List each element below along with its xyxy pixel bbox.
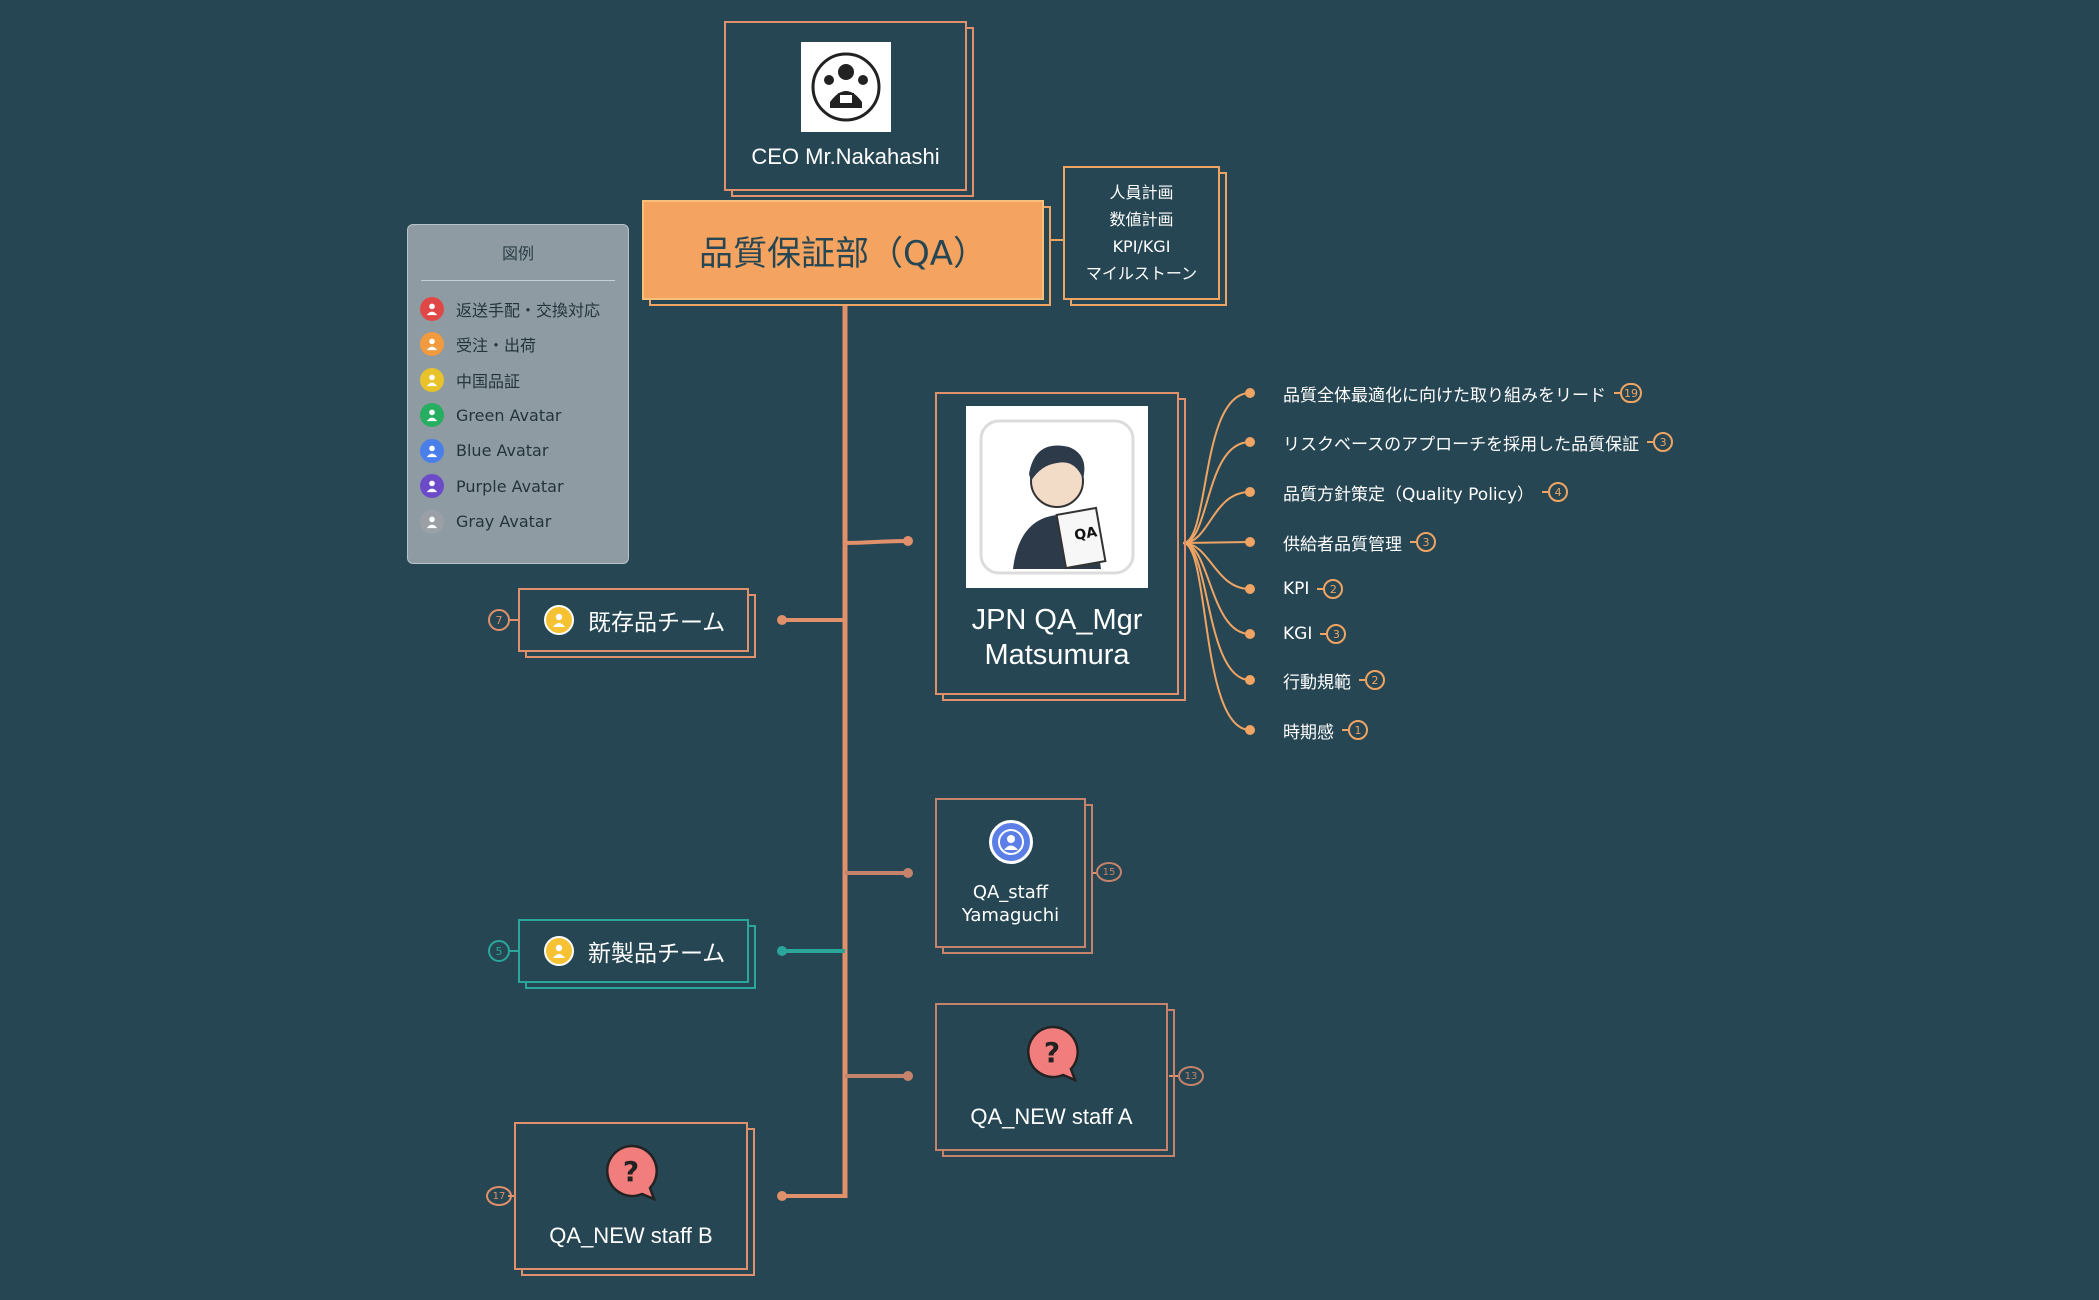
legend-avatar-icon <box>420 296 444 321</box>
ceo-label: CEO Mr.Nakahashi <box>751 144 940 169</box>
plan-note[interactable]: 人員計画 数値計画 KPI/KGI マイルストーン <box>1063 166 1220 300</box>
task-count-badge[interactable]: 3 <box>1653 432 1674 452</box>
legend-divider <box>421 280 615 281</box>
user-avatar-icon <box>544 605 574 635</box>
task-label: KPI <box>1283 579 1310 599</box>
plan-line-1: 人員計画 <box>1109 183 1174 202</box>
existing-team-node[interactable]: 既存品チーム <box>518 588 749 652</box>
task-label: 時期感 <box>1283 722 1334 743</box>
task-item[interactable]: 品質全体最適化に向けた取り組みをリード 19 <box>1283 380 1642 406</box>
task-dot <box>1245 437 1255 447</box>
task-item[interactable]: KPI 2 <box>1283 576 1344 602</box>
blue-avatar-icon <box>988 820 1033 864</box>
question-bubble-icon: ? <box>602 1143 660 1205</box>
legend-item: 返送手配・交換対応 <box>408 291 628 327</box>
task-count-badge[interactable]: 2 <box>1323 579 1344 599</box>
new-team-node[interactable]: 新製品チーム <box>518 919 749 983</box>
task-dot <box>1245 584 1255 594</box>
question-bubble-icon: ? <box>1023 1024 1081 1086</box>
legend-avatar-icon <box>420 509 444 534</box>
task-item[interactable]: 時期感 1 <box>1283 717 1368 743</box>
legend-item: Gray Avatar <box>408 504 628 540</box>
task-dot <box>1245 725 1255 735</box>
task-label: KGI <box>1283 624 1313 644</box>
task-item[interactable]: 行動規範 2 <box>1283 667 1385 693</box>
plan-line-3: KPI/KGI <box>1112 237 1171 256</box>
legend-item-label: Green Avatar <box>456 405 562 425</box>
legend-item-label: 返送手配・交換対応 <box>456 300 601 320</box>
existing-team-count-badge[interactable]: 7 <box>488 609 510 631</box>
legend-item-label: 中国品証 <box>456 371 521 391</box>
task-dot <box>1245 537 1255 547</box>
staff-yamaguchi-line2: Yamaguchi <box>961 905 1060 926</box>
department-node[interactable]: 品質保証部（QA） <box>642 200 1044 300</box>
task-label: 供給者品質管理 <box>1283 534 1402 555</box>
task-count-badge[interactable]: 1 <box>1348 720 1368 740</box>
task-count-badge[interactable]: 3 <box>1326 624 1347 644</box>
department-label: 品質保証部（QA） <box>698 233 988 274</box>
task-dot <box>1245 388 1255 398</box>
staff-new-b-label: QA_NEW staff B <box>549 1223 713 1248</box>
legend-title: 図例 <box>501 244 534 263</box>
task-count-badge[interactable]: 3 <box>1416 532 1436 552</box>
legend-item-label: 受注・出荷 <box>456 336 537 356</box>
plan-line-4: マイルストーン <box>1085 264 1198 283</box>
legend-item: Purple Avatar <box>408 469 628 505</box>
staff-new-a-count-badge[interactable]: 13 <box>1178 1066 1204 1086</box>
existing-team-label: 既存品チーム <box>588 610 726 636</box>
task-dot <box>1245 487 1255 497</box>
staff-new-a-label: QA_NEW staff A <box>970 1104 1133 1129</box>
legend-item: 中国品証 <box>408 362 628 398</box>
plan-line-2: 数値計画 <box>1109 210 1174 229</box>
legend-item: Green Avatar <box>408 398 628 434</box>
staff-new-b-node[interactable]: ? QA_NEW staff B <box>514 1122 748 1270</box>
task-label: 行動規範 <box>1283 672 1351 693</box>
legend-item: 受注・出荷 <box>408 327 628 363</box>
ceo-portrait-icon <box>800 42 891 132</box>
staff-yamaguchi-count-badge[interactable]: 15 <box>1096 862 1122 882</box>
staff-new-a-node[interactable]: ? QA_NEW staff A <box>935 1003 1168 1151</box>
staff-yamaguchi-line1: QA_staff <box>972 882 1049 903</box>
legend-item-label: Blue Avatar <box>456 441 549 461</box>
legend-panel: 図例 返送手配・交換対応 受注・出荷中国品証 Green Avatar Blue Av… <box>407 224 629 564</box>
task-label: リスクベースのアプローチを採用した品質保証 <box>1283 434 1640 455</box>
svg-text:?: ? <box>623 1155 639 1188</box>
task-label: 品質全体最適化に向けた取り組みをリード <box>1283 385 1606 406</box>
manager-label-line2: Matsumura <box>984 639 1130 671</box>
task-item[interactable]: 品質方針策定（Quality Policy） 4 <box>1283 479 1569 505</box>
legend-list: 返送手配・交換対応 受注・出荷中国品証 Green Avatar Blue Avata… <box>408 291 628 540</box>
staff-new-b-count-badge[interactable]: 17 <box>486 1186 512 1206</box>
legend-item-label: Purple Avatar <box>456 476 564 496</box>
task-count-badge[interactable]: 2 <box>1365 670 1385 690</box>
task-item[interactable]: KGI 3 <box>1283 621 1347 647</box>
legend-avatar-icon <box>420 403 444 428</box>
task-item[interactable]: リスクベースのアプローチを採用した品質保証 3 <box>1283 429 1674 455</box>
legend-avatar-icon <box>420 367 444 392</box>
legend-avatar-icon <box>420 332 444 357</box>
legend-avatar-icon <box>420 438 444 463</box>
task-dot <box>1245 629 1255 639</box>
task-item[interactable]: 供給者品質管理 3 <box>1283 529 1436 555</box>
task-count-badge[interactable]: 19 <box>1620 383 1642 403</box>
legend-avatar-icon <box>420 474 444 499</box>
manager-label-line1: JPN QA_Mgr <box>971 604 1143 636</box>
new-team-label: 新製品チーム <box>588 941 726 967</box>
legend-item-label: Gray Avatar <box>456 512 552 532</box>
new-team-count-badge[interactable]: 5 <box>488 940 510 962</box>
task-label: 品質方針策定（Quality Policy） <box>1283 484 1535 505</box>
legend-item: Blue Avatar <box>408 433 628 469</box>
manager-node[interactable]: QA JPN QA_Mgr Matsumura <box>935 392 1179 695</box>
ceo-node[interactable]: CEO Mr.Nakahashi <box>724 21 967 191</box>
task-dot <box>1245 675 1255 685</box>
user-avatar-icon <box>544 936 574 966</box>
staff-yamaguchi-node[interactable]: QA_staff Yamaguchi <box>935 798 1086 948</box>
task-count-badge[interactable]: 4 <box>1548 482 1569 502</box>
qa-manager-portrait-icon: QA <box>966 406 1148 588</box>
svg-text:?: ? <box>1043 1036 1059 1069</box>
